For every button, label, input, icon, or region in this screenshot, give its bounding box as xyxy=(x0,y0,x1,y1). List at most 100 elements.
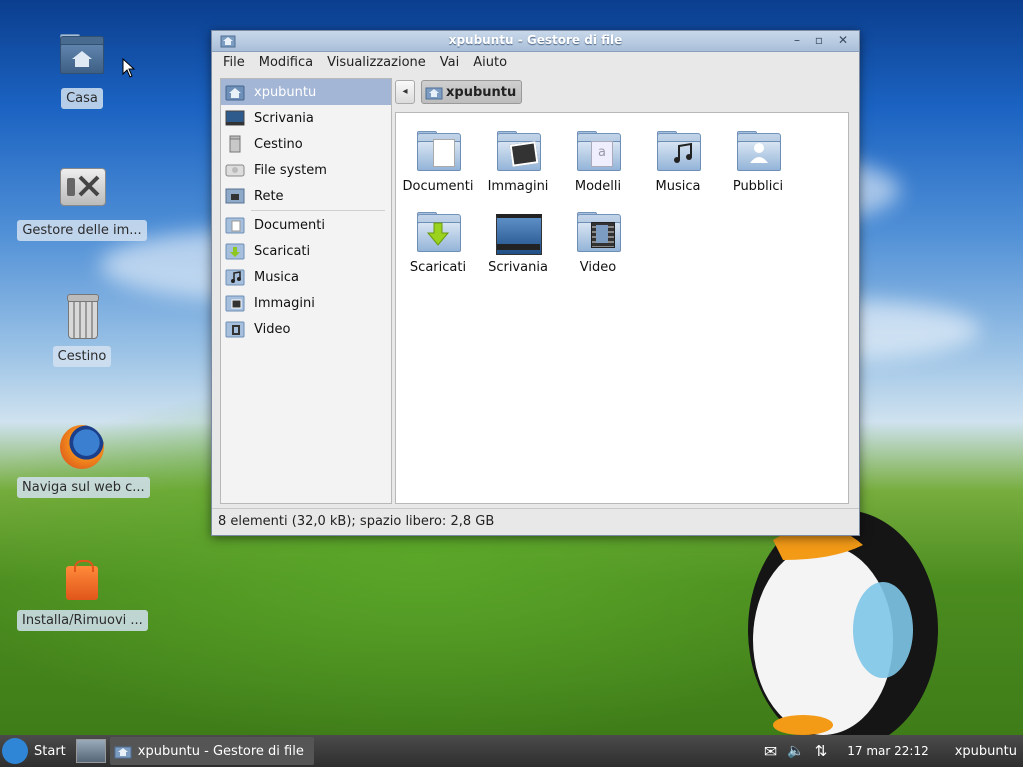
sidebar-separator xyxy=(251,210,385,211)
firefox-icon xyxy=(58,423,106,471)
sidebar-item-xpubuntu[interactable]: xpubuntu xyxy=(221,79,391,105)
sidebar-item-scrivania[interactable]: Scrivania xyxy=(221,105,391,131)
start-label: Start xyxy=(34,743,66,759)
status-bar: 8 elementi (32,0 kB); spazio libero: 2,8… xyxy=(212,508,859,535)
path-crumb-xpubuntu[interactable]: xpubuntu xyxy=(421,80,523,104)
sidebar-item-label: Documenti xyxy=(254,217,325,233)
desktop-folder-icon xyxy=(495,212,542,255)
xfce-mouse-icon xyxy=(2,738,28,764)
home-icon xyxy=(114,746,132,758)
sidebar-item-musica[interactable]: Musica xyxy=(221,264,391,290)
desktop-icon-label: Casa xyxy=(61,88,103,109)
file-view: Documenti Immagini a Modelli Musica Pubb… xyxy=(395,112,849,504)
file-manager-window: xpubuntu - Gestore di file – ▫ ✕ File Mo… xyxy=(211,30,860,536)
public-folder-icon xyxy=(735,131,781,171)
templates-folder-icon: a xyxy=(575,131,621,171)
menu-modifica[interactable]: Modifica xyxy=(252,52,320,74)
file-item-label: Musica xyxy=(655,179,701,194)
desktop-icon-firefox[interactable]: Naviga sul web c... xyxy=(17,423,150,502)
start-button[interactable]: Start xyxy=(0,735,72,767)
volume-icon[interactable]: 🔈 xyxy=(787,743,804,759)
sidebar-item-label: Scrivania xyxy=(254,110,314,126)
sidebar-item-rete[interactable]: Rete xyxy=(221,183,391,209)
file-item-immagini[interactable]: Immagini xyxy=(478,131,558,194)
sidebar-item-label: Scaricati xyxy=(254,243,311,259)
file-item-modelli[interactable]: a Modelli xyxy=(558,131,638,194)
trash-icon xyxy=(225,135,245,153)
sidebar-item-file-system[interactable]: File system xyxy=(221,157,391,183)
file-item-documenti[interactable]: Documenti xyxy=(398,131,478,194)
file-item-scrivania[interactable]: Scrivania xyxy=(478,212,558,275)
home-icon xyxy=(225,83,245,101)
window-titlebar[interactable]: xpubuntu - Gestore di file – ▫ ✕ xyxy=(212,31,859,52)
sidebar-item-scaricati[interactable]: Scaricati xyxy=(221,238,391,264)
menu-file[interactable]: File xyxy=(216,52,252,74)
sidebar-item-label: Video xyxy=(254,321,291,337)
music-folder-icon xyxy=(225,268,245,286)
window-title: xpubuntu - Gestore di file xyxy=(448,33,623,47)
file-item-pubblici[interactable]: Pubblici xyxy=(718,131,798,194)
sidebar-item-label: Rete xyxy=(254,188,284,204)
video-folder-icon xyxy=(575,212,621,252)
menu-visualizzazione[interactable]: Visualizzazione xyxy=(320,52,433,74)
software-center-icon xyxy=(58,556,106,604)
file-item-label: Pubblici xyxy=(732,179,784,194)
mouse-cursor-icon xyxy=(122,58,136,78)
desktop-icon-label: Naviga sul web c... xyxy=(17,477,150,498)
file-item-label: Immagini xyxy=(487,179,549,194)
desktop-icon-label: Cestino xyxy=(52,346,112,367)
pictures-folder-icon xyxy=(225,294,245,312)
network-transfer-icon[interactable]: ⇅ xyxy=(815,742,828,760)
video-folder-icon xyxy=(225,320,245,338)
file-item-label: Modelli xyxy=(574,179,622,194)
sidebar-item-documenti[interactable]: Documenti xyxy=(221,212,391,238)
sidebar-item-label: Cestino xyxy=(254,136,303,152)
downloads-folder-icon xyxy=(415,212,461,252)
file-item-label: Documenti xyxy=(402,179,474,194)
home-icon xyxy=(425,87,443,99)
documents-folder-icon xyxy=(225,216,245,234)
sidebar-item-cestino[interactable]: Cestino xyxy=(221,131,391,157)
sidebar-item-label: File system xyxy=(254,162,327,178)
home-folder-icon xyxy=(58,34,106,82)
taskbar-app-title: xpubuntu - Gestore di file xyxy=(137,743,304,759)
show-desktop-button[interactable] xyxy=(75,739,106,763)
desktop-icon xyxy=(225,109,245,127)
music-folder-icon xyxy=(655,131,701,171)
path-bar: ◂ xpubuntu xyxy=(395,79,523,105)
taskbar: Start xpubuntu - Gestore di file ✉ 🔈 ⇅ 1… xyxy=(0,735,1023,767)
file-item-musica[interactable]: Musica xyxy=(638,131,718,194)
maximize-button[interactable]: ▫ xyxy=(811,33,827,48)
desktop-icon-software-center[interactable]: Installa/Rimuovi ... xyxy=(17,556,148,635)
desktop-icon-cestino[interactable]: Cestino xyxy=(17,292,147,371)
file-item-video[interactable]: Video xyxy=(558,212,638,275)
mail-icon[interactable]: ✉ xyxy=(764,742,777,761)
pictures-folder-icon xyxy=(495,131,541,171)
sidebar-item-label: Musica xyxy=(254,269,299,285)
menu-vai[interactable]: Vai xyxy=(433,52,466,74)
file-item-scaricati[interactable]: Scaricati xyxy=(398,212,478,275)
clock[interactable]: 17 mar 22:12 xyxy=(847,744,928,758)
sidebar-item-label: xpubuntu xyxy=(254,84,317,100)
network-icon xyxy=(225,187,245,205)
path-crumb-label: xpubuntu xyxy=(446,84,517,100)
desktop-icon-label: Installa/Rimuovi ... xyxy=(17,610,148,631)
sidebar-item-label: Immagini xyxy=(254,295,315,311)
file-item-label: Scaricati xyxy=(409,260,467,275)
back-button[interactable]: ◂ xyxy=(395,80,415,104)
sidebar: xpubuntu Scrivania Cestino File system R… xyxy=(220,78,392,504)
desktop-icon-label: Gestore delle im... xyxy=(17,220,147,241)
file-item-label: Scrivania xyxy=(488,260,548,275)
minimize-button[interactable]: – xyxy=(789,33,805,48)
close-button[interactable]: ✕ xyxy=(835,33,851,48)
menu-aiuto[interactable]: Aiuto xyxy=(466,52,514,74)
sidebar-item-video[interactable]: Video xyxy=(221,316,391,342)
taskbar-app-file-manager[interactable]: xpubuntu - Gestore di file xyxy=(109,737,314,765)
user-name[interactable]: xpubuntu xyxy=(955,744,1017,759)
documents-folder-icon xyxy=(415,131,461,171)
downloads-folder-icon xyxy=(225,242,245,260)
sidebar-item-immagini[interactable]: Immagini xyxy=(221,290,391,316)
menubar: File Modifica Visualizzazione Vai Aiuto xyxy=(212,52,859,74)
system-tray: ✉ 🔈 ⇅ 17 mar 22:12 xpubuntu xyxy=(764,742,1023,761)
desktop-icon-settings-manager[interactable]: Gestore delle im... xyxy=(17,166,147,245)
